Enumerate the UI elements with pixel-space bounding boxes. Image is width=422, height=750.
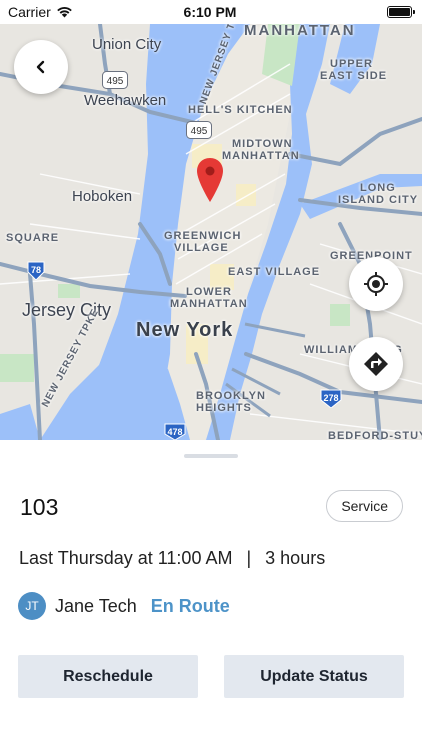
- schedule-row: Last Thursday at 11:00 AM | 3 hours: [19, 548, 325, 569]
- schedule-time: Last Thursday at 11:00 AM: [19, 548, 233, 568]
- job-number: 103: [20, 494, 59, 520]
- job-type-chip: Service: [326, 490, 403, 522]
- crosshair-icon: [364, 272, 388, 296]
- map-label-east-village: EAST VILLAGE: [228, 266, 321, 278]
- assignee-row: JT Jane Tech En Route: [18, 592, 230, 620]
- status-bar-left: Carrier: [8, 4, 128, 20]
- shield-78-label: 78: [31, 265, 41, 275]
- sheet-grabber[interactable]: [184, 454, 238, 458]
- map-label-upper-east-side-2: EAST SIDE: [320, 70, 388, 82]
- map-label-long-island-city-1: LONG: [360, 182, 396, 194]
- assignee-name: Jane Tech: [55, 595, 137, 616]
- shield-78-icon: 78: [27, 261, 45, 280]
- map-label-lower-manhattan-2: MANHATTAN: [170, 298, 248, 310]
- chevron-left-icon: [36, 60, 45, 74]
- shield-478-label: 478: [167, 427, 182, 437]
- map-label-weehawken: Weehawken: [84, 92, 167, 109]
- shield-495-a-icon: 495: [102, 71, 128, 89]
- map-view[interactable]: MANHATTAN Union City UPPER EAST SIDE Wee…: [0, 24, 422, 440]
- map-label-upper-east-side-1: UPPER: [330, 58, 373, 70]
- shield-278-icon: 278: [320, 389, 342, 408]
- map-label-union-city: Union City: [92, 36, 162, 53]
- map-label-bedford: BEDFORD-STUY: [328, 430, 422, 440]
- map-label-long-island-city-2: ISLAND CITY: [338, 194, 419, 206]
- status-badge: En Route: [150, 595, 230, 616]
- wifi-icon: [56, 7, 72, 18]
- clock: 6:10 PM: [183, 4, 237, 20]
- map-label-hells-kitchen: HELL'S KITCHEN: [188, 104, 293, 116]
- schedule-duration: 3 hours: [265, 548, 326, 568]
- map-label-midtown-2: MANHATTAN: [222, 150, 300, 162]
- status-bar: Carrier 6:10 PM: [0, 0, 422, 24]
- map-label-new-york: New York: [136, 319, 234, 341]
- directions-button[interactable]: [349, 337, 403, 391]
- update-status-button[interactable]: Update Status: [224, 655, 404, 698]
- status-bar-right: [292, 6, 415, 18]
- my-location-button[interactable]: [349, 257, 403, 311]
- battery-icon: [386, 6, 415, 18]
- directions-icon: [364, 352, 388, 376]
- map-label-manhattan: MANHATTAN: [244, 24, 356, 39]
- job-detail-sheet: 103 Service Last Thursday at 11:00 AM | …: [0, 440, 422, 750]
- back-button[interactable]: [14, 40, 68, 94]
- map-label-brooklyn-heights-2: HEIGHTS: [196, 402, 252, 414]
- shield-278-label: 278: [323, 393, 338, 403]
- map-label-greenwich-2: VILLAGE: [174, 242, 229, 254]
- battery-level: [388, 8, 410, 16]
- map-label-midtown-1: MIDTOWN: [232, 138, 293, 150]
- carrier-label: Carrier: [8, 4, 51, 20]
- shield-495-b-label: 495: [191, 126, 208, 137]
- location-pin-icon[interactable]: [195, 156, 225, 204]
- shield-478-icon: 478: [164, 423, 186, 440]
- shield-495-a-label: 495: [107, 76, 124, 87]
- reschedule-button[interactable]: Reschedule: [18, 655, 198, 698]
- schedule-separator: |: [246, 548, 252, 568]
- map-label-lower-manhattan-1: LOWER: [186, 286, 232, 298]
- shield-495-b-icon: 495: [186, 121, 212, 139]
- map-label-hoboken: Hoboken: [72, 188, 133, 205]
- map-label-brooklyn-heights-1: BROOKLYN: [196, 390, 266, 402]
- map-label-square: SQUARE: [6, 232, 60, 244]
- avatar: JT: [18, 592, 46, 620]
- map-label-greenwich-1: GREENWICH: [164, 230, 242, 242]
